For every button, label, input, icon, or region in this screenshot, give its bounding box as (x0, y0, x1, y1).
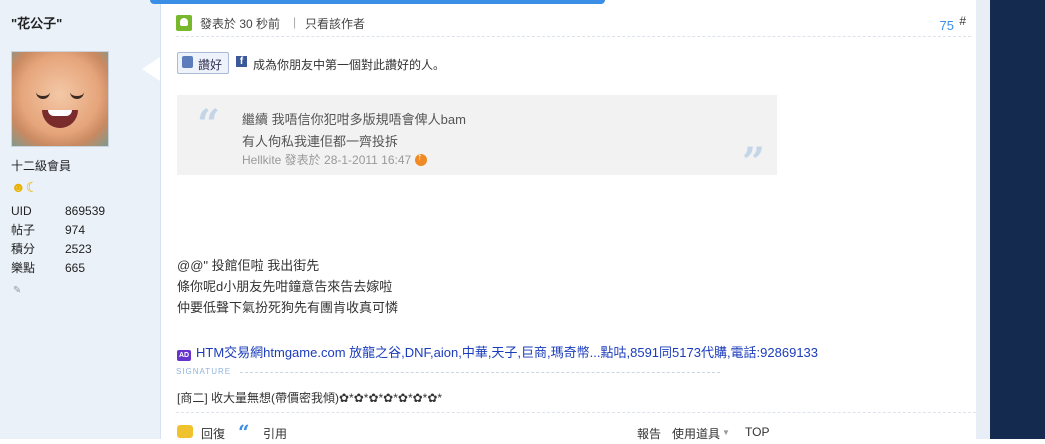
body-line: 條你呢d小朋友先咁鐘意告來告去嫁啦 (177, 279, 393, 294)
floor-hash: # (959, 14, 966, 28)
only-author-link[interactable]: 只看該作者 (305, 15, 365, 32)
user-panel: "花公子" 十二級會員 ☻☾ UID 869539 帖子 974 積分 2523 樂點… (0, 0, 161, 439)
stat-value: 2523 (65, 242, 92, 256)
medal-icon[interactable]: ✎ (13, 285, 23, 296)
like-label: 讚好 (198, 58, 223, 72)
sun-icon: ☻ (11, 179, 26, 195)
floor-number[interactable]: 75 (940, 18, 954, 33)
open-quote-icon: “ (197, 101, 221, 148)
ad-link[interactable]: AD HTM交易網htmgame.com 放龍之谷,DNF,aion,中華,天子,… (177, 342, 818, 361)
rank-icons: ☻☾ (11, 179, 38, 196)
body-line: 仲要低聲下氣扮死狗先有團肯收真可憐 (177, 300, 399, 315)
signature-divider (240, 372, 720, 373)
reply-icon[interactable] (177, 425, 193, 438)
online-status-icon (176, 15, 192, 31)
quote-meta: Hellkite 發表於 28-1-2011 16:47 (242, 151, 428, 168)
close-quote-icon: ” (741, 139, 765, 186)
like-button[interactable]: 讚好 (177, 52, 229, 74)
stat-posts: 帖子 974 (11, 221, 151, 240)
stat-value[interactable]: 974 (65, 221, 85, 240)
quote-button[interactable]: 引用 (263, 425, 287, 442)
post-header: 發表於 30 秒前 | 只看該作者 75 # (176, 12, 971, 37)
ad-text[interactable]: HTM交易網htmgame.com 放龍之谷,DNF,aion,中華,天子,巨商… (196, 345, 818, 360)
post-body: @@" 投館佢啦 我出街先 條你呢d小朋友先咁鐘意告來告去嫁啦 仲要低聲下氣扮死… (177, 255, 398, 318)
stat-label: 積分 (11, 242, 36, 256)
quote-icon[interactable]: “ (238, 420, 250, 444)
report-link[interactable]: 報告 (637, 425, 661, 442)
quote-line: 有人佝私我連佢都一齊投拆 (242, 134, 399, 149)
avatar-eye (36, 90, 50, 99)
like-status-text: 成為你朋友中第一個對此讚好的人。 (253, 58, 446, 72)
signature-label: SIGNATURE (176, 367, 232, 376)
reply-button[interactable]: 回復 (201, 425, 225, 442)
chevron-down-icon[interactable]: ▼ (722, 428, 730, 437)
quote-author-date: Hellkite 發表於 28-1-2011 16:47 (242, 153, 412, 167)
right-gap (976, 0, 990, 439)
user-rank: 十二級會員 (11, 159, 72, 173)
facebook-icon: f (236, 56, 247, 67)
stat-label: UID (11, 204, 32, 218)
stat-points: 積分 2523 (11, 240, 151, 259)
quote-line: 繼續 我唔信你犯咁多版規唔會俾人bam (242, 112, 466, 127)
stat-fun-points: 樂點 665 (11, 259, 151, 278)
avatar-teeth (48, 110, 72, 116)
post-time: 發表於 30 秒前 (200, 17, 281, 31)
body-line: @@" 投館佢啦 我出街先 (177, 258, 320, 273)
quote-block: “ 繼續 我唔信你犯咁多版規唔會俾人bam 有人佝私我連佢都一齊投拆 Hellk… (177, 95, 777, 186)
top-link[interactable]: TOP (745, 425, 769, 439)
bottom-divider (176, 412, 976, 413)
right-background (990, 0, 1045, 439)
avatar-eye (70, 90, 84, 99)
avatar[interactable] (11, 51, 109, 147)
user-stats: UID 869539 帖子 974 積分 2523 樂點 665 (11, 202, 151, 278)
thumbs-up-icon (182, 56, 193, 68)
panel-notch (142, 57, 160, 81)
jump-to-post-icon[interactable] (415, 152, 428, 166)
separator: | (293, 15, 297, 29)
username[interactable]: "花公子" (11, 13, 62, 32)
tools-menu[interactable]: 使用道具 (672, 425, 720, 442)
stat-uid: UID 869539 (11, 202, 151, 221)
stat-value: 869539 (65, 204, 106, 218)
stat-label: 樂點 (11, 261, 36, 275)
stat-value: 665 (65, 261, 86, 275)
top-accent-bar (150, 0, 605, 4)
ad-icon: AD (177, 350, 191, 361)
moon-icon: ☾ (25, 179, 39, 195)
signature-text: [商二] 收大量無想(帶價密我傾)✿*✿*✿*✿*✿*✿*✿* (177, 391, 443, 405)
stat-label: 帖子 (11, 223, 36, 237)
